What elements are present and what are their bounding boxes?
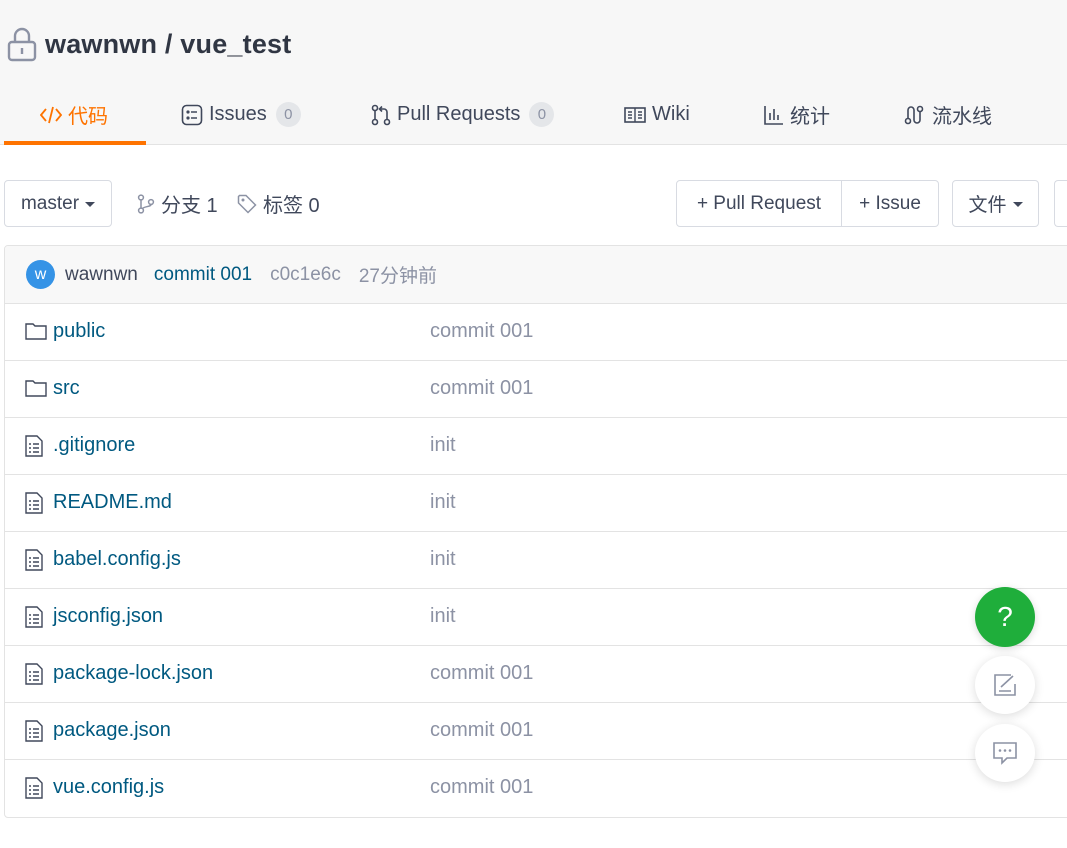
tab-label: Wiki [652,103,690,125]
file-icon [25,777,47,799]
bar-chart-icon [764,105,783,125]
file-menu-label: 文件 [968,195,1007,216]
branches-count: 分支 1 [161,195,218,217]
file-last-commit[interactable]: commit 001 [430,776,533,799]
commit-sha[interactable]: c0c1e6c [270,264,341,286]
active-tab-indicator [4,141,146,145]
tab-label: Pull Requests [397,103,521,125]
tab-label: Issues [209,103,267,125]
pipeline-icon [904,105,924,124]
tag-icon [237,194,257,214]
issues-count-badge: 0 [275,102,301,127]
table-row[interactable]: README.md init [5,475,1067,532]
tab-label: 统计 [790,106,830,128]
table-row[interactable]: babel.config.js init [5,532,1067,589]
lock-icon [6,26,38,62]
branch-select-label: master [20,192,80,214]
file-name[interactable]: jsconfig.json [53,605,163,628]
table-row[interactable]: src commit 001 [5,361,1067,418]
tab-code[interactable]: 代码 [40,84,108,145]
chat-icon [993,742,1017,765]
chat-button[interactable] [975,724,1035,782]
branch-icon [137,193,155,214]
repo-header: wawnwn / vue_test 代码 Issues 0 Pull Reque… [0,0,1067,145]
avatar[interactable]: w [26,260,55,289]
file-last-commit[interactable]: commit 001 [430,320,533,343]
help-button[interactable]: ? [975,587,1035,647]
issues-icon [181,104,203,125]
file-list: w wawnwn commit 001 c0c1e6c 27分钟前 public… [4,245,1067,818]
file-last-commit[interactable]: init [430,548,456,571]
tab-pipeline[interactable]: 流水线 [904,84,992,145]
edit-note-icon [994,674,1016,696]
tab-wiki[interactable]: Wiki [624,84,690,145]
new-issue-button[interactable]: + Issue [841,180,939,227]
repo-title: wawnwn / vue_test [6,24,291,64]
file-icon [25,663,47,685]
new-pull-request-button[interactable]: + Pull Request [676,180,842,227]
pull-request-icon [371,104,391,125]
latest-commit-bar: w wawnwn commit 001 c0c1e6c 27分钟前 [5,246,1067,304]
file-last-commit[interactable]: commit 001 [430,719,533,742]
file-name[interactable]: src [53,377,80,400]
caret-down-icon [1012,202,1023,207]
file-last-commit[interactable]: init [430,434,456,457]
clone-button[interactable] [1054,180,1067,227]
tab-label: 代码 [68,106,108,128]
file-name[interactable]: public [53,320,105,343]
file-name[interactable]: vue.config.js [53,776,164,799]
branch-select[interactable]: master [4,180,112,227]
file-icon [25,606,47,628]
tags-count: 标签 0 [263,195,320,217]
commit-message[interactable]: commit 001 [154,264,252,286]
folder-icon [25,378,47,400]
tab-pull-requests[interactable]: Pull Requests 0 [371,84,555,145]
table-row[interactable]: package-lock.json commit 001 [5,646,1067,703]
tab-label: 流水线 [932,106,992,128]
file-icon [25,549,47,571]
tab-stats[interactable]: 统计 [764,84,830,145]
table-row[interactable]: .gitignore init [5,418,1067,475]
table-row[interactable]: vue.config.js commit 001 [5,760,1067,817]
pull-requests-count-badge: 0 [529,102,555,127]
repo-toolbar: master 分支 1 标签 0 + Pull Request + Issue … [0,180,1067,228]
tab-issues[interactable]: Issues 0 [181,84,301,145]
folder-icon [25,321,47,343]
caret-down-icon [85,202,96,207]
commit-author[interactable]: wawnwn [65,264,138,286]
file-name[interactable]: README.md [53,491,172,514]
code-icon [40,106,62,123]
table-row[interactable]: package.json commit 001 [5,703,1067,760]
feedback-button[interactable] [975,656,1035,714]
repo-name[interactable]: wawnwn / vue_test [45,29,291,60]
book-icon [624,106,646,123]
table-row[interactable]: jsconfig.json init [5,589,1067,646]
file-last-commit[interactable]: commit 001 [430,377,533,400]
file-icon [25,720,47,742]
file-last-commit[interactable]: commit 001 [430,662,533,685]
file-last-commit[interactable]: init [430,605,456,628]
file-icon [25,492,47,514]
tags-link[interactable]: 标签 0 [237,180,320,227]
file-icon [25,435,47,457]
file-name[interactable]: package.json [53,719,171,742]
file-last-commit[interactable]: init [430,491,456,514]
file-menu-button[interactable]: 文件 [952,180,1039,227]
file-name[interactable]: babel.config.js [53,548,181,571]
repo-tabs: 代码 Issues 0 Pull Requests 0 Wiki 统计 流水线 [0,84,1067,145]
branches-link[interactable]: 分支 1 [137,180,218,227]
file-name[interactable]: package-lock.json [53,662,213,685]
file-name[interactable]: .gitignore [53,434,135,457]
help-icon: ? [997,601,1013,632]
table-row[interactable]: public commit 001 [5,304,1067,361]
commit-time: 27分钟前 [358,266,437,287]
